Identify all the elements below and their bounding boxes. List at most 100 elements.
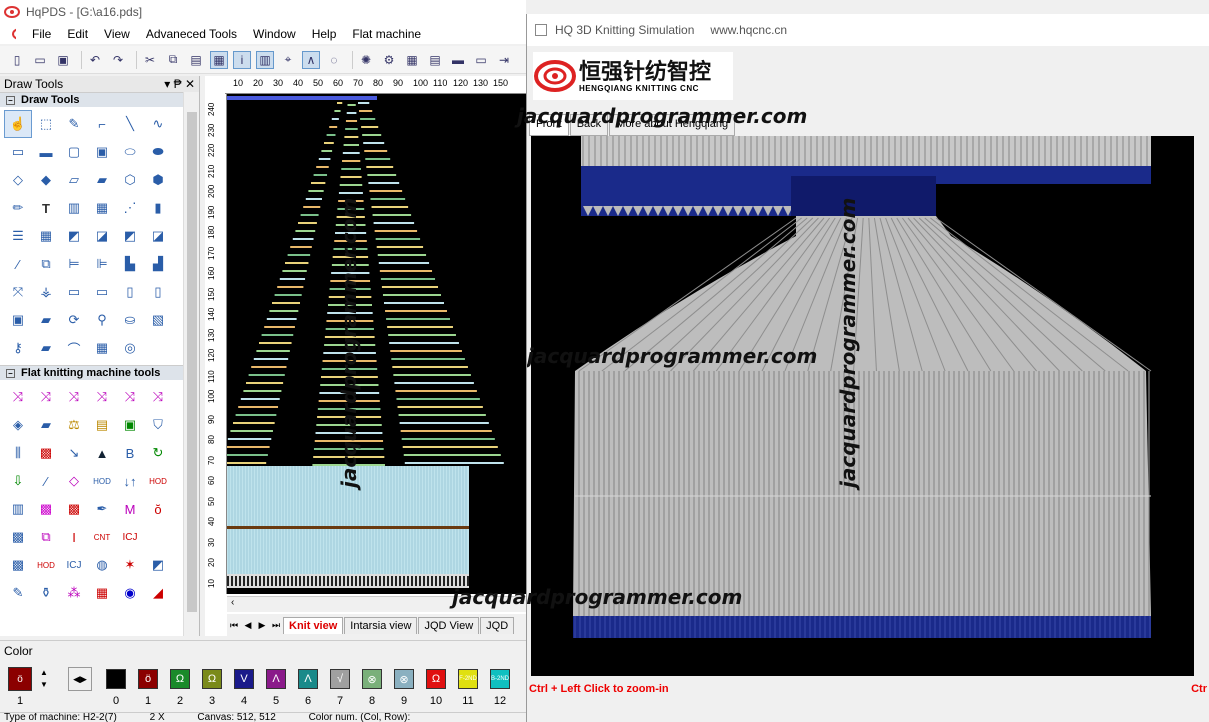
motif-icon[interactable]: ▩	[4, 523, 32, 551]
tab-intarsia-view[interactable]: Intarsia view	[344, 616, 418, 634]
color-spin-icon[interactable]: ▲ ▼	[38, 667, 50, 691]
star-icon[interactable]: ✶	[116, 551, 144, 579]
scale-icon[interactable]: ⚖	[60, 411, 88, 439]
menu-advanced-tools[interactable]: Advaneced Tools	[138, 27, 245, 41]
i-beam-icon[interactable]: I	[60, 523, 88, 551]
transfer4-icon[interactable]: ⤨	[88, 383, 116, 411]
fill2-icon[interactable]: ◪	[88, 222, 116, 250]
color-swatch[interactable]: B-2ND	[490, 669, 510, 689]
crosshair-icon[interactable]: ⌖	[279, 51, 297, 69]
pattern-red-icon[interactable]: ▩	[32, 439, 60, 467]
tree-icon[interactable]: ⚶	[32, 278, 60, 306]
diamond-outline-icon[interactable]: ◇	[60, 467, 88, 495]
color-swatch[interactable]: √	[330, 669, 350, 689]
color-swatch[interactable]: Ω	[426, 669, 446, 689]
color-swatch[interactable]: ⊗	[362, 669, 382, 689]
stack-icon[interactable]: ▤	[88, 411, 116, 439]
transfer-icon[interactable]: ⤨	[4, 383, 32, 411]
panel2-icon[interactable]: ▯	[144, 278, 172, 306]
eyedropper-icon[interactable]: ⁄	[4, 250, 32, 278]
frame-green-icon[interactable]: ▣	[116, 411, 144, 439]
gradient-icon[interactable]: ▩	[32, 495, 60, 523]
color-swatch[interactable]: Ω	[202, 669, 222, 689]
filled-parallelogram-icon[interactable]: ▰	[88, 166, 116, 194]
triangle-icon[interactable]: ▲	[88, 439, 116, 467]
pen-icon[interactable]: ✒	[88, 495, 116, 523]
eraser-icon[interactable]: ▰	[32, 306, 60, 334]
bar-chart-icon[interactable]: ▙	[116, 250, 144, 278]
copy-icon[interactable]: ⧉	[164, 51, 182, 69]
transfer5-icon[interactable]: ⤨	[116, 383, 144, 411]
bar-chart2-icon[interactable]: ▟	[144, 250, 172, 278]
filled-rounded-rect-icon[interactable]: ▣	[88, 138, 116, 166]
stairs-icon[interactable]: ◢	[144, 579, 172, 607]
bars-icon[interactable]: ▮	[144, 194, 172, 222]
menu-view[interactable]: View	[96, 27, 138, 41]
machine-icon[interactable]: ▬	[449, 51, 467, 69]
panel-scrollbar[interactable]	[183, 92, 199, 636]
arrow-tool-icon[interactable]: ↘	[60, 439, 88, 467]
line-icon[interactable]: ╲	[116, 110, 144, 138]
monitor-icon[interactable]: ▭	[88, 278, 116, 306]
rounded-rect-icon[interactable]: ▢	[60, 138, 88, 166]
layers-icon[interactable]: ◩	[144, 551, 172, 579]
pattern-dark-icon[interactable]: ▩	[4, 551, 32, 579]
blur-icon[interactable]: ◉	[116, 579, 144, 607]
cut-icon[interactable]: ✂	[141, 51, 159, 69]
ellipse-icon[interactable]: ⬭	[116, 138, 144, 166]
down-arrow-icon[interactable]: ⇩	[4, 467, 32, 495]
filled-ellipse-icon[interactable]: ⬬	[144, 138, 172, 166]
paste-icon[interactable]: ▤	[187, 51, 205, 69]
rectangle-icon[interactable]: ▭	[4, 138, 32, 166]
hand-pointer-icon[interactable]: ☝	[4, 110, 32, 138]
fill4-icon[interactable]: ◪	[144, 222, 172, 250]
color-swatch[interactable]: Λ	[266, 669, 286, 689]
export-icon[interactable]: ⇥	[495, 51, 513, 69]
needles-icon[interactable]: ⫼	[4, 439, 32, 467]
prev-icon[interactable]: ◀	[241, 620, 255, 631]
edit-doc-icon[interactable]: ✎	[4, 579, 32, 607]
target-icon[interactable]: ◎	[116, 334, 144, 362]
last-icon[interactable]: ⏭	[269, 620, 283, 631]
sample-icon[interactable]: ▥	[256, 50, 274, 69]
pencil-icon[interactable]: ✎	[60, 110, 88, 138]
menu-flat-machine[interactable]: Flat machine	[344, 27, 429, 41]
section-draw-tools[interactable]: – Draw Tools	[0, 92, 199, 107]
cnt-icon[interactable]: CNT	[88, 523, 116, 551]
swap-icon[interactable]: ⧉	[32, 523, 60, 551]
lasso-icon[interactable]: ⌒	[60, 334, 88, 362]
parallelogram-icon[interactable]: ▱	[60, 166, 88, 194]
info-icon[interactable]: i	[233, 50, 251, 69]
color-swatch[interactable]: ⊗	[394, 669, 414, 689]
needle-bars-icon[interactable]: ▥	[4, 495, 32, 523]
grid4-icon[interactable]: ▦	[88, 334, 116, 362]
red-block-icon[interactable]: ▩	[60, 495, 88, 523]
step-line-icon[interactable]: ⌐	[88, 110, 116, 138]
rows-icon[interactable]: ☰	[4, 222, 32, 250]
next-icon[interactable]: ▶	[255, 620, 269, 631]
undo-icon[interactable]: ↶	[86, 51, 104, 69]
m-symbol-icon[interactable]: M	[116, 495, 144, 523]
document-icon[interactable]: ▤	[426, 51, 444, 69]
cube-icon[interactable]: ◈	[4, 411, 32, 439]
scroll-thumb[interactable]	[187, 112, 197, 612]
color-swatch[interactable]: V	[234, 669, 254, 689]
magnifier-icon[interactable]: ⚲	[88, 306, 116, 334]
text-icon[interactable]: T	[32, 194, 60, 222]
knot-icon[interactable]: ŏ	[144, 495, 172, 523]
octagon-icon[interactable]: ⬡	[116, 166, 144, 194]
rect-select-icon[interactable]: ⬚	[32, 110, 60, 138]
bucket-icon[interactable]: ⛀	[116, 306, 144, 334]
collapse-icon[interactable]: –	[6, 95, 15, 105]
window-icon[interactable]: ▭	[60, 278, 88, 306]
tab-jqd-view[interactable]: JQD View	[418, 616, 480, 634]
settings-icon[interactable]: ⚙	[380, 51, 398, 69]
copy-block-icon[interactable]: ⧉	[32, 250, 60, 278]
fill-icon[interactable]: ◩	[60, 222, 88, 250]
menu-file[interactable]: File	[24, 27, 59, 41]
color-wheel-icon[interactable]: ✺	[357, 51, 375, 69]
tab-jqd[interactable]: JQD	[480, 616, 515, 634]
icj2-icon[interactable]: ICJ	[60, 551, 88, 579]
hod3-icon[interactable]: HOD	[32, 551, 60, 579]
filled-rectangle-icon[interactable]: ▬	[32, 138, 60, 166]
